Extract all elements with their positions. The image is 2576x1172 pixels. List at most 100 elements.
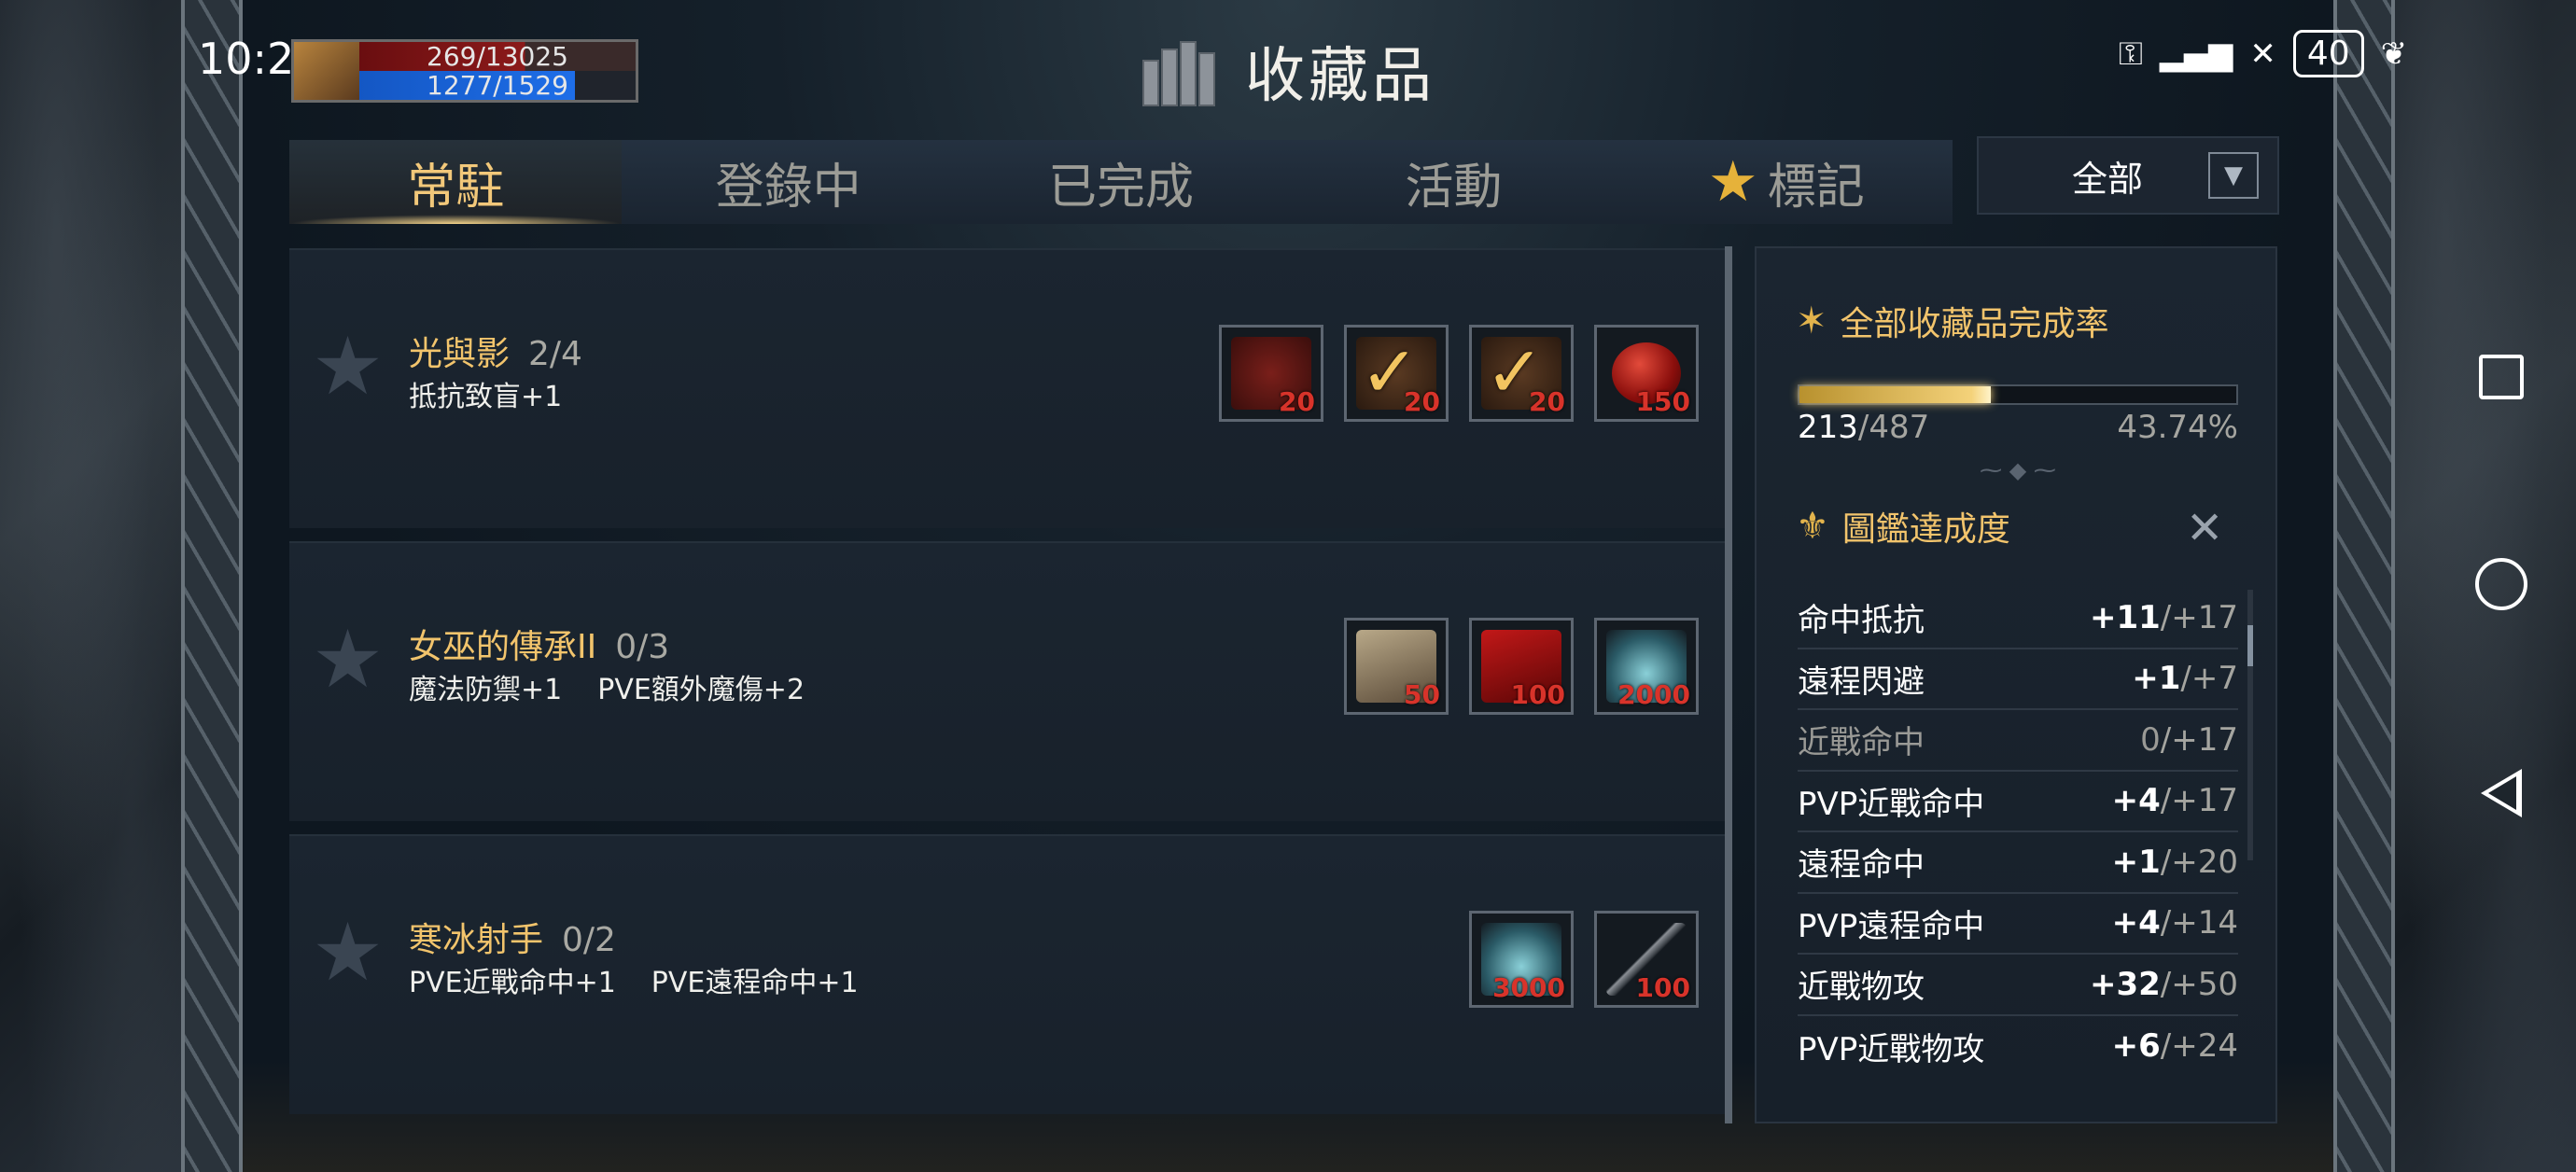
completion-progress-bar xyxy=(1798,384,2238,405)
stat-row: 遠程命中 +1/+20 xyxy=(1798,832,2238,894)
stat-max: /+17 xyxy=(2160,782,2238,820)
progress-fill xyxy=(1799,386,1991,403)
stat-current: +1 xyxy=(2111,843,2161,881)
completion-stats: 213/487 43.74% xyxy=(1798,409,2238,446)
tab-registering[interactable]: 登錄中 xyxy=(622,140,954,224)
stat-name: PVP近戰物攻 xyxy=(1798,1030,1985,1068)
effect-text: PVE額外魔傷+2 xyxy=(597,674,805,706)
item-slot[interactable]: 2000 xyxy=(1594,618,1699,715)
stat-max: /+7 xyxy=(2180,660,2238,698)
stat-name: 遠程命中 xyxy=(1798,846,1925,885)
system-nav-bar xyxy=(2427,0,2576,1172)
item-slot[interactable]: ✓ 20 xyxy=(1469,325,1574,422)
stat-name: PVP遠程命中 xyxy=(1798,907,1985,945)
completion-percent: 43.74% xyxy=(2117,409,2238,446)
sparkle-icon: ✶ xyxy=(1796,300,1827,342)
key-icon: ⚿ xyxy=(2119,35,2143,73)
effect-text: 魔法防禦+1 xyxy=(409,674,563,706)
tab-event[interactable]: 活動 xyxy=(1287,140,1619,224)
stat-max: /+20 xyxy=(2160,843,2238,881)
item-slot[interactable]: 100 xyxy=(1469,618,1574,715)
item-slot[interactable]: 150 xyxy=(1594,325,1699,422)
bookmark-star-icon[interactable]: ★ xyxy=(312,620,384,700)
total-count: /487 xyxy=(1857,409,1930,446)
close-icon[interactable]: ✕ xyxy=(2186,502,2223,554)
list-scrollbar[interactable] xyxy=(1725,246,1732,1123)
effect-text: PVE遠程命中+1 xyxy=(651,967,859,999)
stat-current: 0 xyxy=(2140,720,2161,759)
collection-effects: 抵抗致盲+1 xyxy=(409,373,562,414)
stat-current: +1 xyxy=(2132,660,2181,698)
right-ornate-border xyxy=(2333,0,2395,1172)
item-slot[interactable]: ✓ 20 xyxy=(1344,325,1449,422)
chevron-down-icon[interactable]: ▼ xyxy=(2208,152,2259,199)
system-status-icons: ⚿ ▂▄▆ ✕ 40 ❦ xyxy=(2119,30,2407,77)
tab-label: 常駐 xyxy=(407,159,505,216)
collection-count: 0/2 xyxy=(562,921,616,959)
summary-panel: ✶ 全部收藏品完成率 213/487 43.74% ⁓ ◆ ⁓ ⚜ 圖鑑達成度 … xyxy=(1755,246,2277,1123)
bookmark-star-icon[interactable]: ★ xyxy=(312,913,384,993)
codex-header: ⚜ 圖鑑達成度 xyxy=(1796,502,2010,551)
filter-dropdown[interactable]: 全部 ▼ xyxy=(1977,136,2279,215)
tab-bar: 常駐 登錄中 已完成 活動 ★ 標記 xyxy=(289,140,1953,224)
item-qty: 150 xyxy=(1635,386,1690,417)
collection-count: 2/4 xyxy=(528,335,582,373)
recents-icon[interactable] xyxy=(2479,355,2524,399)
effect-text: 抵抗致盲+1 xyxy=(409,381,563,413)
item-slots: 20 ✓ 20 ✓ 20 150 xyxy=(1219,325,1699,422)
home-icon[interactable] xyxy=(2475,558,2527,610)
stat-row: PVP遠程命中 +4/+14 xyxy=(1798,894,2238,955)
item-slot[interactable]: 100 xyxy=(1594,911,1699,1008)
stat-current: +6 xyxy=(2111,1027,2161,1066)
stat-max: /+50 xyxy=(2160,965,2238,1003)
item-qty: 20 xyxy=(1404,386,1440,417)
hp-bar: 269/13025 xyxy=(359,42,636,71)
battery-icon: 40 xyxy=(2292,30,2364,77)
item-slot[interactable]: 3000 xyxy=(1469,911,1574,1008)
mp-bar: 1277/1529 xyxy=(359,71,636,100)
stats-scrollbar-thumb[interactable] xyxy=(2247,625,2253,666)
collection-name: 光與影 2/4 xyxy=(409,335,582,373)
signal-icon: ▂▄▆ xyxy=(2159,35,2233,73)
player-status-widget[interactable]: 269/13025 1277/1529 xyxy=(291,39,638,103)
item-qty: 20 xyxy=(1529,386,1565,417)
bookmark-star-icon[interactable]: ★ xyxy=(312,327,384,407)
filter-label: 全部 xyxy=(2071,158,2143,200)
stat-name: 遠程閃避 xyxy=(1798,663,1925,701)
collection-count: 0/3 xyxy=(615,628,670,666)
stat-current: +32 xyxy=(2089,965,2161,1003)
collection-list: ★ 光與影 2/4 抵抗致盲+1 20 ✓ 20 ✓ 20 150 ★ 女巫的傳承II… xyxy=(289,248,1729,1120)
ornament-divider: ⁓ ◆ ⁓ xyxy=(1980,457,2056,483)
item-qty: 3000 xyxy=(1492,972,1565,1003)
collection-row[interactable]: ★ 光與影 2/4 抵抗致盲+1 20 ✓ 20 ✓ 20 150 xyxy=(289,248,1729,528)
codex-title: 圖鑑達成度 xyxy=(1841,510,2010,549)
tab-label: 活動 xyxy=(1405,159,1503,216)
collection-name: 寒冰射手 0/2 xyxy=(409,921,616,959)
item-slot[interactable]: 20 xyxy=(1219,325,1323,422)
item-slots: 50 100 2000 xyxy=(1344,618,1699,715)
item-qty: 2000 xyxy=(1617,679,1690,710)
hp-text: 269/13025 xyxy=(427,41,568,72)
back-icon[interactable] xyxy=(2481,769,2522,817)
collection-row[interactable]: ★ 女巫的傳承II 0/3 魔法防禦+1 PVE額外魔傷+2 50 100 2000 xyxy=(289,541,1729,821)
tab-bookmarked[interactable]: ★ 標記 xyxy=(1620,140,1953,224)
page-title: 收藏品 xyxy=(1245,42,1435,111)
mute-icon: ✕ xyxy=(2249,35,2276,73)
item-slots: 3000 100 xyxy=(1469,911,1699,1008)
stat-row: 近戰命中 0/+17 xyxy=(1798,710,2238,772)
avatar xyxy=(294,42,359,100)
done-count: 213 xyxy=(1798,409,1858,446)
completion-header: ✶ 全部收藏品完成率 xyxy=(1796,297,2109,345)
tab-completed[interactable]: 已完成 xyxy=(955,140,1287,224)
collection-row[interactable]: ★ 寒冰射手 0/2 PVE近戰命中+1 PVE遠程命中+1 3000 100 xyxy=(289,834,1729,1114)
tab-label: 標記 xyxy=(1767,159,1865,216)
item-qty: 100 xyxy=(1635,972,1690,1003)
effect-text: PVE近戰命中+1 xyxy=(409,967,616,999)
stat-name: 近戰命中 xyxy=(1798,724,1925,762)
tab-permanent[interactable]: 常駐 xyxy=(289,140,623,224)
left-ornate-border xyxy=(181,0,243,1172)
collection-name: 女巫的傳承II 0/3 xyxy=(409,628,670,666)
stat-current: +4 xyxy=(2111,782,2161,820)
page-header: 收藏品 xyxy=(1141,28,1435,114)
item-slot[interactable]: 50 xyxy=(1344,618,1449,715)
